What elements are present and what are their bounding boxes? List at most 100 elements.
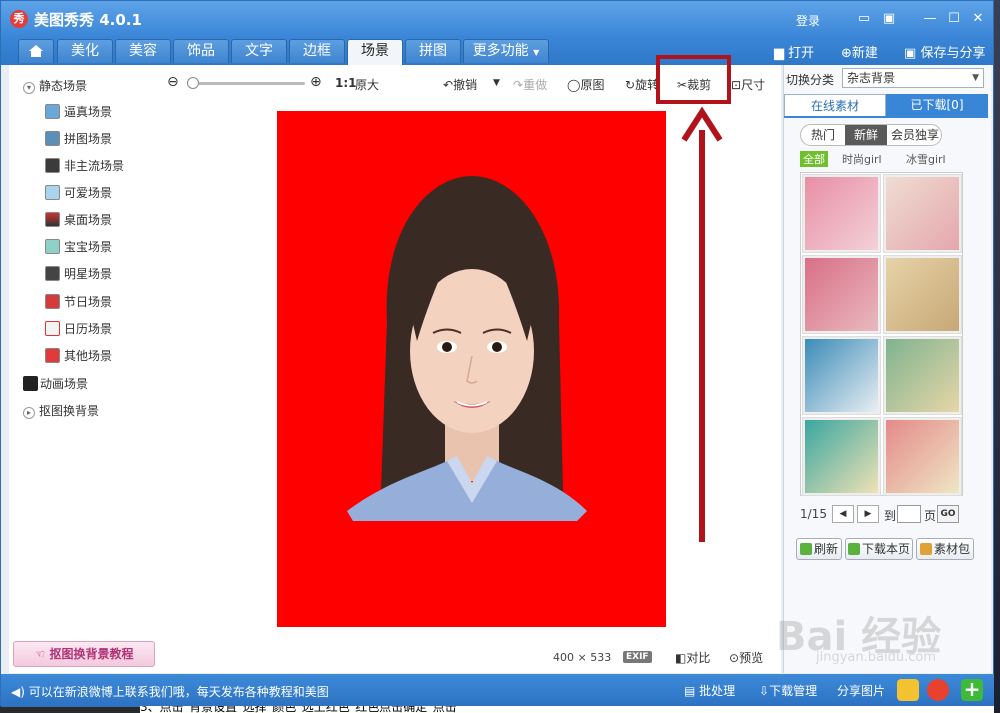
sub-tab-hot[interactable]: 热门	[801, 125, 845, 145]
go-button[interactable]: GO	[937, 505, 959, 523]
filter-fashion-girl[interactable]: 时尚girl	[842, 151, 882, 167]
material-thumbnail[interactable]	[883, 417, 962, 496]
portrait-photo	[347, 176, 587, 521]
article-caption-fragment: 3、点击"背景设置"选择"颜色"选上红色"红色点击确定"点击	[140, 706, 1000, 713]
save-icon: ▣	[904, 46, 917, 61]
scene-thumb-icon	[45, 294, 60, 309]
filter-ice-girl[interactable]: 冰雪girl	[906, 151, 946, 167]
download-page-button[interactable]: 下载本页	[845, 538, 913, 560]
scene-label: 日历场景	[64, 322, 113, 336]
scene-holiday[interactable]: 节日场景	[45, 293, 112, 311]
tab-home[interactable]	[18, 39, 54, 63]
filter-all[interactable]: 全部	[800, 151, 828, 167]
qzone-star-icon[interactable]	[897, 679, 919, 701]
weibo-icon[interactable]	[927, 679, 949, 701]
scene-baby[interactable]: 宝宝场景	[45, 238, 112, 256]
page-number-input[interactable]	[897, 505, 921, 523]
share-image-button[interactable]: 分享图片	[837, 682, 885, 699]
new-button[interactable]: ⊕新建	[841, 42, 878, 61]
photo-red-background[interactable]	[277, 111, 666, 627]
tab-text[interactable]: 文字	[231, 39, 287, 63]
zoom-in-icon[interactable]: ⊕	[310, 74, 322, 90]
zoom-slider-handle[interactable]	[187, 77, 199, 89]
open-button[interactable]: ▆ 打开	[774, 42, 814, 61]
category-select[interactable]: 杂志背景 ▼	[842, 68, 984, 88]
scene-other[interactable]: 其他场景	[45, 347, 112, 365]
download-page-label: 下载本页	[861, 542, 910, 556]
material-thumbnail[interactable]	[883, 336, 962, 415]
scene-star[interactable]: 明星场景	[45, 265, 112, 283]
zoom-out-icon[interactable]: ⊖	[167, 74, 179, 90]
login-link[interactable]: 登录	[796, 12, 820, 29]
material-pack-label: 素材包	[933, 542, 970, 556]
close-icon[interactable]: ✕	[970, 11, 986, 27]
tab-beautify[interactable]: 美化	[57, 39, 113, 63]
animated-scene-header[interactable]: 动画场景	[23, 375, 88, 392]
original-size-button[interactable]: 原大	[355, 76, 379, 93]
save-share-button[interactable]: ▣ 保存与分享	[904, 42, 985, 61]
tab-beauty[interactable]: 美容	[115, 39, 171, 63]
compare-button[interactable]: ◧对比	[675, 649, 710, 666]
skin-icon[interactable]: ▣	[881, 11, 897, 27]
plus-circle-icon: ⊕	[841, 46, 852, 61]
tab-frame[interactable]: 边框	[289, 39, 345, 63]
tab-scene[interactable]: 场景	[347, 39, 403, 65]
material-thumbnail[interactable]	[802, 417, 881, 496]
tab-downloaded[interactable]: 已下载[0]	[886, 94, 988, 116]
scene-thumb-icon	[45, 321, 60, 336]
times-sign: ×	[577, 651, 587, 664]
redo-button[interactable]: ↷重做	[513, 76, 547, 93]
speaker-icon: ◀)	[11, 685, 25, 699]
batch-process-button[interactable]: ▤ 批处理	[684, 682, 735, 699]
scene-alternative[interactable]: 非主流场景	[45, 157, 124, 175]
static-scene-header[interactable]: ▾ 静态场景	[23, 77, 87, 94]
material-thumbnail[interactable]	[802, 255, 881, 334]
material-thumbnail[interactable]	[883, 174, 962, 253]
message-icon[interactable]: ▭	[856, 11, 872, 27]
download-manager-button[interactable]: ⇩下载管理	[759, 682, 817, 699]
actual-size-ratio[interactable]: 1:1	[335, 76, 357, 90]
undo-dropdown-icon[interactable]: ▼	[493, 78, 500, 88]
rotate-button[interactable]: ↻旋转	[625, 76, 659, 93]
cutout-background-header[interactable]: ▸ 抠图换背景	[23, 402, 99, 419]
material-pack-button[interactable]: 素材包	[916, 538, 974, 560]
scene-calendar[interactable]: 日历场景	[45, 320, 112, 338]
scene-label: 明星场景	[64, 267, 113, 281]
tab-more-features[interactable]: 更多功能 ▼	[463, 39, 549, 63]
sub-tab-member[interactable]: 会员独享	[887, 125, 943, 145]
exif-button[interactable]: EXIF	[623, 651, 652, 663]
tab-online-materials[interactable]: 在线素材	[784, 94, 886, 116]
material-thumbnail[interactable]	[802, 336, 881, 415]
minimize-icon[interactable]: —	[922, 11, 938, 27]
app-title: 美图秀秀 4.0.1	[34, 11, 142, 29]
hand-icon: ☜	[34, 647, 46, 661]
home-icon	[29, 45, 43, 57]
sub-tab-new[interactable]: 新鲜	[845, 125, 887, 145]
prev-page-button[interactable]: ◀	[832, 505, 854, 523]
scene-label: 宝宝场景	[64, 240, 113, 254]
material-thumbnail[interactable]	[802, 174, 881, 253]
up-arrow-annotation	[681, 106, 723, 542]
tab-accessories[interactable]: 饰品	[173, 39, 229, 63]
maximize-icon[interactable]: ☐	[946, 11, 962, 27]
scene-realistic[interactable]: 逼真场景	[45, 103, 112, 121]
undo-button[interactable]: ↶撤销	[443, 76, 477, 93]
material-thumbnail[interactable]	[883, 255, 962, 334]
scene-desktop[interactable]: 桌面场景	[45, 211, 112, 229]
refresh-button[interactable]: 刷新	[796, 538, 842, 560]
circle-icon: ◯	[567, 78, 581, 92]
tab-collage[interactable]: 拼图	[405, 39, 461, 63]
cutout-tutorial-button[interactable]: ☜ 抠图换背景教程	[13, 641, 155, 667]
resize-button[interactable]: ⊡尺寸	[731, 76, 765, 93]
scene-collage[interactable]: 拼图场景	[45, 130, 112, 148]
add-plus-icon[interactable]: +	[961, 679, 983, 701]
redo-icon: ↷	[513, 78, 524, 92]
zoom-slider-track[interactable]	[191, 82, 305, 85]
preview-button[interactable]: ⊙预览	[729, 649, 763, 666]
scene-cute[interactable]: 可爱场景	[45, 184, 112, 202]
original-image-button[interactable]: ◯原图	[567, 76, 604, 93]
image-status-bar: 400 × 533 EXIF ◧对比 ⊙预览	[167, 641, 781, 673]
next-page-button[interactable]: ▶	[857, 505, 879, 523]
animated-scene-label: 动画场景	[40, 377, 89, 391]
notice-label: 可以在新浪微博上联系我们哦，每天发布各种教程和美图	[28, 685, 329, 699]
